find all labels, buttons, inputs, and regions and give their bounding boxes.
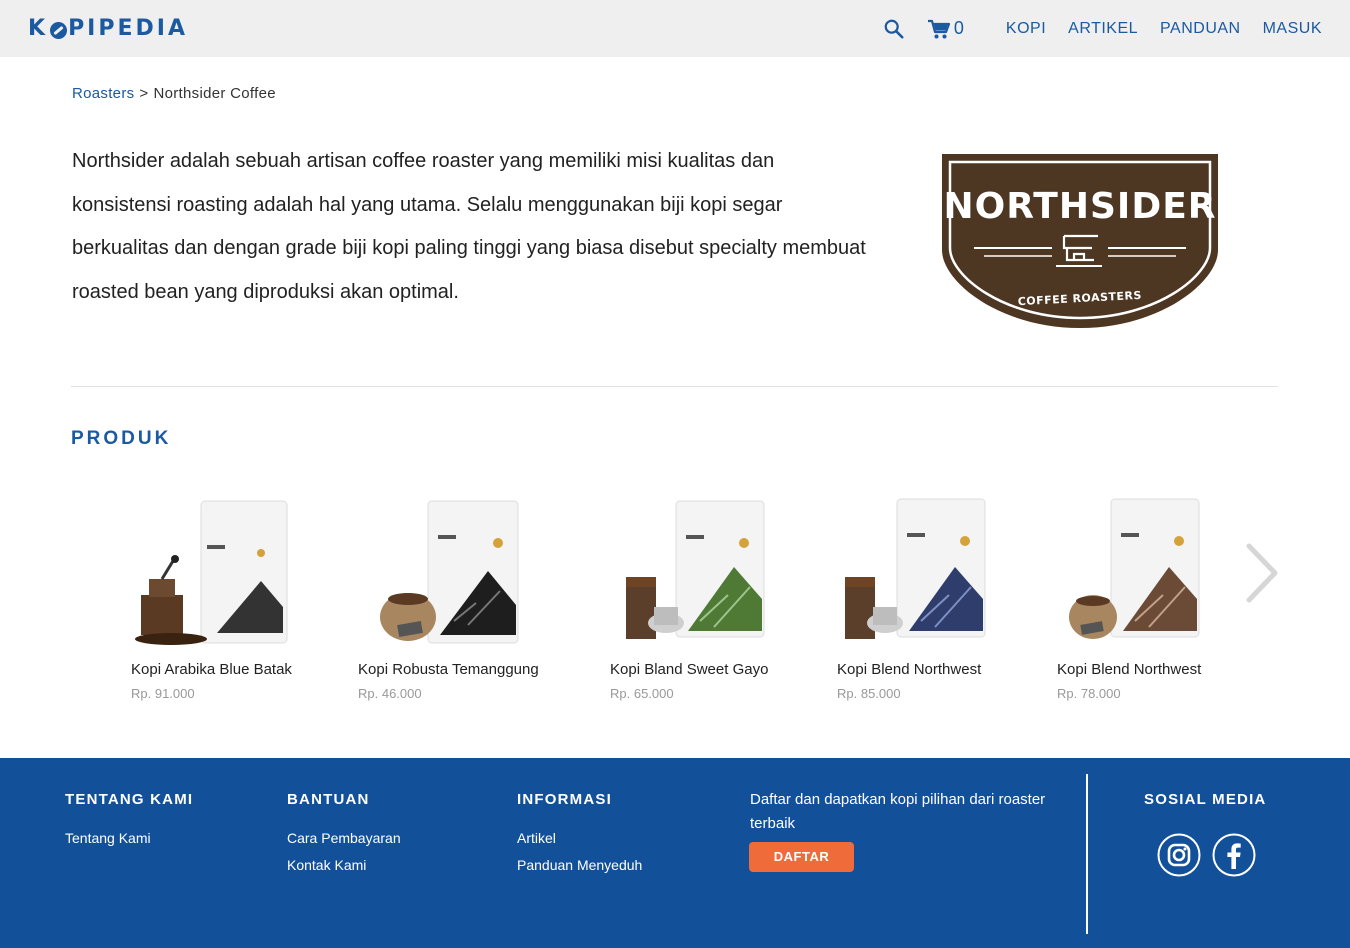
logo-text-start: K: [28, 15, 49, 41]
nav-artikel[interactable]: ARTIKEL: [1068, 20, 1138, 38]
main-nav: 0 KOPI ARTIKEL PANDUAN MASUK: [883, 0, 1322, 57]
product-price: Rp. 85.000: [837, 686, 901, 701]
footer-link-about[interactable]: Tentang Kami: [65, 830, 193, 846]
breadcrumb-roasters-link[interactable]: Roasters: [72, 85, 134, 102]
product-name[interactable]: Kopi Bland Sweet Gayo: [610, 661, 768, 678]
roaster-description: Northsider adalah sebuah artisan coffee …: [72, 150, 866, 303]
cart-icon: [927, 19, 950, 38]
coffee-bean-icon: [50, 21, 68, 39]
cart-count: 0: [953, 18, 964, 38]
footer-col-about: TENTANG KAMI Tentang Kami: [65, 791, 193, 846]
footer-link-payment[interactable]: Cara Pembayaran: [287, 830, 401, 846]
products-section-title: PRODUK: [71, 428, 172, 449]
site-header: K PIPEDIA 0 KOPI ARTIKEL PANDUAN MASUK: [0, 0, 1350, 57]
breadcrumb: Roasters > Northsider Coffee: [72, 85, 276, 102]
product-price: Rp. 91.000: [131, 686, 195, 701]
newsletter-text: Daftar dan dapatkan kopi pilihan dari ro…: [750, 791, 1046, 832]
footer-title-about: TENTANG KAMI: [65, 791, 194, 808]
northsider-logo: NORTHSIDER COFFEE ROASTERS: [942, 154, 1218, 328]
search-icon[interactable]: [883, 18, 905, 40]
product-image: [1069, 498, 1200, 639]
product-name[interactable]: Kopi Blend Northwest: [1057, 661, 1201, 678]
product-price: Rp. 65.000: [610, 686, 674, 701]
footer-link-articles[interactable]: Artikel: [517, 830, 642, 846]
cart-button[interactable]: 0: [927, 18, 964, 40]
site-logo[interactable]: K PIPEDIA: [28, 14, 188, 42]
product-card[interactable]: Kopi Bland Sweet Gayo Rp. 65.000: [610, 495, 840, 710]
logo-text-end: PIPEDIA: [68, 15, 188, 41]
facebook-icon[interactable]: [1212, 833, 1256, 877]
breadcrumb-separator: >: [139, 85, 149, 102]
product-card[interactable]: Kopi Arabika Blue Batak Rp. 91.000: [131, 495, 361, 710]
product-name[interactable]: Kopi Robusta Temanggung: [358, 661, 539, 678]
footer-divider: [1086, 774, 1088, 934]
product-image: [845, 498, 986, 639]
footer-link-brewing-guide[interactable]: Panduan Menyeduh: [517, 857, 642, 873]
logo-brand-name: NORTHSIDER: [943, 186, 1216, 227]
chevron-right-icon[interactable]: [1243, 542, 1281, 604]
product-image: [626, 500, 765, 639]
footer-title-info: INFORMASI: [517, 791, 612, 808]
product-image: [380, 500, 519, 644]
product-name[interactable]: Kopi Blend Northwest: [837, 661, 981, 678]
product-card[interactable]: Kopi Robusta Temanggung Rp. 46.000: [358, 495, 588, 710]
nav-panduan[interactable]: PANDUAN: [1160, 20, 1241, 38]
product-price: Rp. 46.000: [358, 686, 422, 701]
product-card[interactable]: Kopi Blend Northwest Rp. 85.000: [837, 495, 1067, 710]
product-name[interactable]: Kopi Arabika Blue Batak: [131, 661, 292, 678]
product-price: Rp. 78.000: [1057, 686, 1121, 701]
site-footer: TENTANG KAMI Tentang Kami BANTUAN Cara P…: [0, 758, 1350, 948]
section-divider: [71, 386, 1278, 387]
social-media-title: SOSIAL MEDIA: [1144, 791, 1267, 808]
breadcrumb-current: Northsider Coffee: [153, 85, 276, 102]
register-button[interactable]: DAFTAR: [749, 842, 854, 872]
nav-masuk[interactable]: MASUK: [1263, 20, 1322, 38]
product-image: [135, 500, 288, 645]
footer-link-contact[interactable]: Kontak Kami: [287, 857, 401, 873]
nav-kopi[interactable]: KOPI: [1006, 20, 1046, 38]
footer-col-info: INFORMASI Artikel Panduan Menyeduh: [517, 791, 642, 873]
footer-title-help: BANTUAN: [287, 791, 370, 808]
footer-col-help: BANTUAN Cara Pembayaran Kontak Kami: [287, 791, 401, 873]
instagram-icon[interactable]: [1157, 833, 1201, 877]
